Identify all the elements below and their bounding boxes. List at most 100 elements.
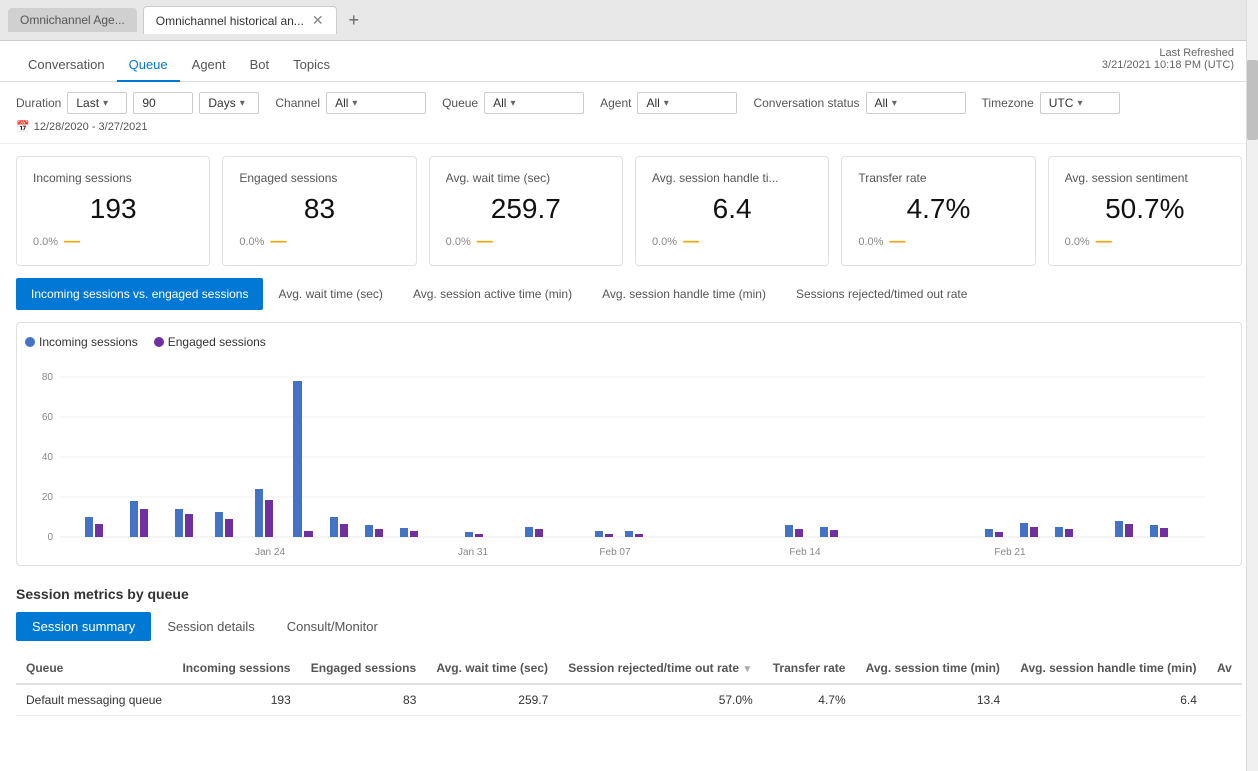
queue-label: Queue: [442, 96, 478, 110]
col-header-queue: Queue: [16, 653, 172, 684]
legend-engaged: Engaged sessions: [154, 335, 266, 349]
channel-value: All: [335, 96, 348, 110]
svg-text:20: 20: [42, 492, 54, 503]
kpi-incoming-title: Incoming sessions: [33, 171, 193, 185]
timezone-label: Timezone: [982, 96, 1034, 110]
col-header-avg-session-time: Avg. session time (min): [856, 653, 1011, 684]
legend-label-incoming: Incoming sessions: [39, 335, 138, 349]
nav-bot[interactable]: Bot: [238, 49, 282, 82]
kpi-engaged-title: Engaged sessions: [239, 171, 399, 185]
cell-avg-wait: 259.7: [426, 684, 558, 716]
nav-queue[interactable]: Queue: [117, 49, 180, 82]
svg-text:Feb 21: Feb 21: [994, 547, 1026, 558]
chart-tabs: Incoming sessions vs. engaged sessions A…: [16, 278, 1242, 310]
timezone-filter: Timezone UTC ▾: [982, 92, 1120, 114]
browser-chrome: Omnichannel Age... Omnichannel historica…: [0, 0, 1258, 41]
table-tab-summary[interactable]: Session summary: [16, 612, 151, 641]
table-tabs: Session summary Session details Consult/…: [16, 612, 1242, 641]
nav-conversation[interactable]: Conversation: [16, 49, 117, 82]
queue-filter: Queue All ▾: [442, 92, 584, 114]
duration-value-select[interactable]: 90: [133, 92, 193, 114]
chart-tab-avg-active[interactable]: Avg. session active time (min): [398, 278, 587, 310]
table-section-title: Session metrics by queue: [16, 586, 1242, 602]
chart-svg: 80 60 40 20 0: [25, 357, 1233, 557]
agent-value: All: [646, 96, 659, 110]
col-header-avg-wait: Avg. wait time (sec): [426, 653, 558, 684]
table-tab-details[interactable]: Session details: [151, 612, 270, 641]
filters-bar: Duration Last ▾ 90 Days ▾ Channel: [0, 82, 1258, 144]
kpi-incoming-value: 193: [33, 193, 193, 225]
kpi-incoming-pct: 0.0%: [33, 236, 58, 248]
chart-tab-rejected[interactable]: Sessions rejected/timed out rate: [781, 278, 982, 310]
svg-text:Feb 14: Feb 14: [789, 547, 821, 558]
chevron-down-icon-status: ▾: [892, 98, 897, 109]
kpi-engaged: Engaged sessions 83 0.0% —: [222, 156, 416, 266]
queue-select[interactable]: All ▾: [484, 92, 584, 114]
conv-status-select[interactable]: All ▾: [866, 92, 966, 114]
timezone-select[interactable]: UTC ▾: [1040, 92, 1120, 114]
svg-text:Jan 31: Jan 31: [458, 547, 488, 558]
conv-status-label: Conversation status: [753, 96, 859, 110]
duration-unit-select[interactable]: Days ▾: [199, 92, 259, 114]
chart-tab-incoming-vs-engaged[interactable]: Incoming sessions vs. engaged sessions: [16, 278, 263, 310]
kpi-avg-wait: Avg. wait time (sec) 259.7 0.0% —: [429, 156, 623, 266]
tab2-label: Omnichannel historical an...: [156, 14, 304, 28]
chevron-down-icon-agent: ▾: [664, 98, 669, 109]
scrollbar-thumb[interactable]: [1247, 60, 1258, 140]
session-metrics-table: Queue Incoming sessions Engaged sessions…: [16, 653, 1242, 716]
agent-select[interactable]: All ▾: [637, 92, 737, 114]
kpi-sentiment-title: Avg. session sentiment: [1065, 171, 1225, 185]
kpi-avg-handle-footer: 0.0% —: [652, 233, 812, 251]
kpi-transfer: Transfer rate 4.7% 0.0% —: [841, 156, 1035, 266]
kpi-avg-wait-title: Avg. wait time (sec): [446, 171, 606, 185]
svg-text:60: 60: [42, 412, 54, 423]
kpi-incoming-footer: 0.0% —: [33, 233, 193, 251]
svg-text:0: 0: [47, 532, 53, 543]
col-header-rejected[interactable]: Session rejected/time out rate ▼: [558, 653, 762, 684]
duration-unit-value: Days: [208, 96, 235, 110]
duration-preset-value: Last: [76, 96, 99, 110]
chart-tab-avg-wait[interactable]: Avg. wait time (sec): [263, 278, 397, 310]
kpi-engaged-pct: 0.0%: [239, 236, 264, 248]
kpi-sentiment-pct: 0.0%: [1065, 236, 1090, 248]
chevron-down-icon-queue: ▾: [510, 98, 515, 109]
table-tab-consult[interactable]: Consult/Monitor: [271, 612, 394, 641]
queue-value: All: [493, 96, 506, 110]
duration-preset-select[interactable]: Last ▾: [67, 92, 127, 114]
kpi-engaged-value: 83: [239, 193, 399, 225]
channel-select[interactable]: All ▾: [326, 92, 426, 114]
cell-rejected: 57.0%: [558, 684, 762, 716]
cell-queue: Default messaging queue: [16, 684, 172, 716]
legend-dot-incoming: [25, 337, 35, 347]
cell-av: [1207, 684, 1242, 716]
kpi-incoming: Incoming sessions 193 0.0% —: [16, 156, 210, 266]
legend-dot-engaged: [154, 337, 164, 347]
agent-filter: Agent All ▾: [600, 92, 737, 114]
browser-tab-1[interactable]: Omnichannel Age...: [8, 8, 137, 32]
kpi-avg-wait-value: 259.7: [446, 193, 606, 225]
timezone-value: UTC: [1049, 96, 1074, 110]
chevron-down-icon-channel: ▾: [352, 98, 357, 109]
kpi-incoming-dash: —: [64, 233, 80, 251]
chart-area: 80 60 40 20 0: [25, 357, 1233, 557]
nav-agent[interactable]: Agent: [180, 49, 238, 82]
col-rejected-label: Session rejected/time out rate: [568, 661, 739, 675]
kpi-transfer-title: Transfer rate: [858, 171, 1018, 185]
tab1-label: Omnichannel Age...: [20, 13, 125, 27]
agent-label: Agent: [600, 96, 631, 110]
chart-tab-avg-handle[interactable]: Avg. session handle time (min): [587, 278, 781, 310]
top-nav: Conversation Queue Agent Bot Topics Last…: [0, 41, 1258, 82]
col-header-avg-handle-time: Avg. session handle time (min): [1010, 653, 1207, 684]
col-header-transfer: Transfer rate: [763, 653, 856, 684]
chart-legend: Incoming sessions Engaged sessions: [25, 335, 1233, 349]
browser-tab-2[interactable]: Omnichannel historical an... ✕: [143, 6, 337, 34]
close-icon[interactable]: ✕: [312, 12, 324, 29]
conv-status-value: All: [875, 96, 888, 110]
nav-topics[interactable]: Topics: [281, 49, 342, 82]
channel-label: Channel: [275, 96, 320, 110]
add-tab-button[interactable]: +: [343, 10, 366, 31]
col-header-av: Av: [1207, 653, 1242, 684]
scrollbar-vertical[interactable]: [1246, 0, 1258, 771]
chevron-down-icon-unit: ▾: [240, 98, 245, 109]
svg-text:Feb 07: Feb 07: [599, 547, 631, 558]
